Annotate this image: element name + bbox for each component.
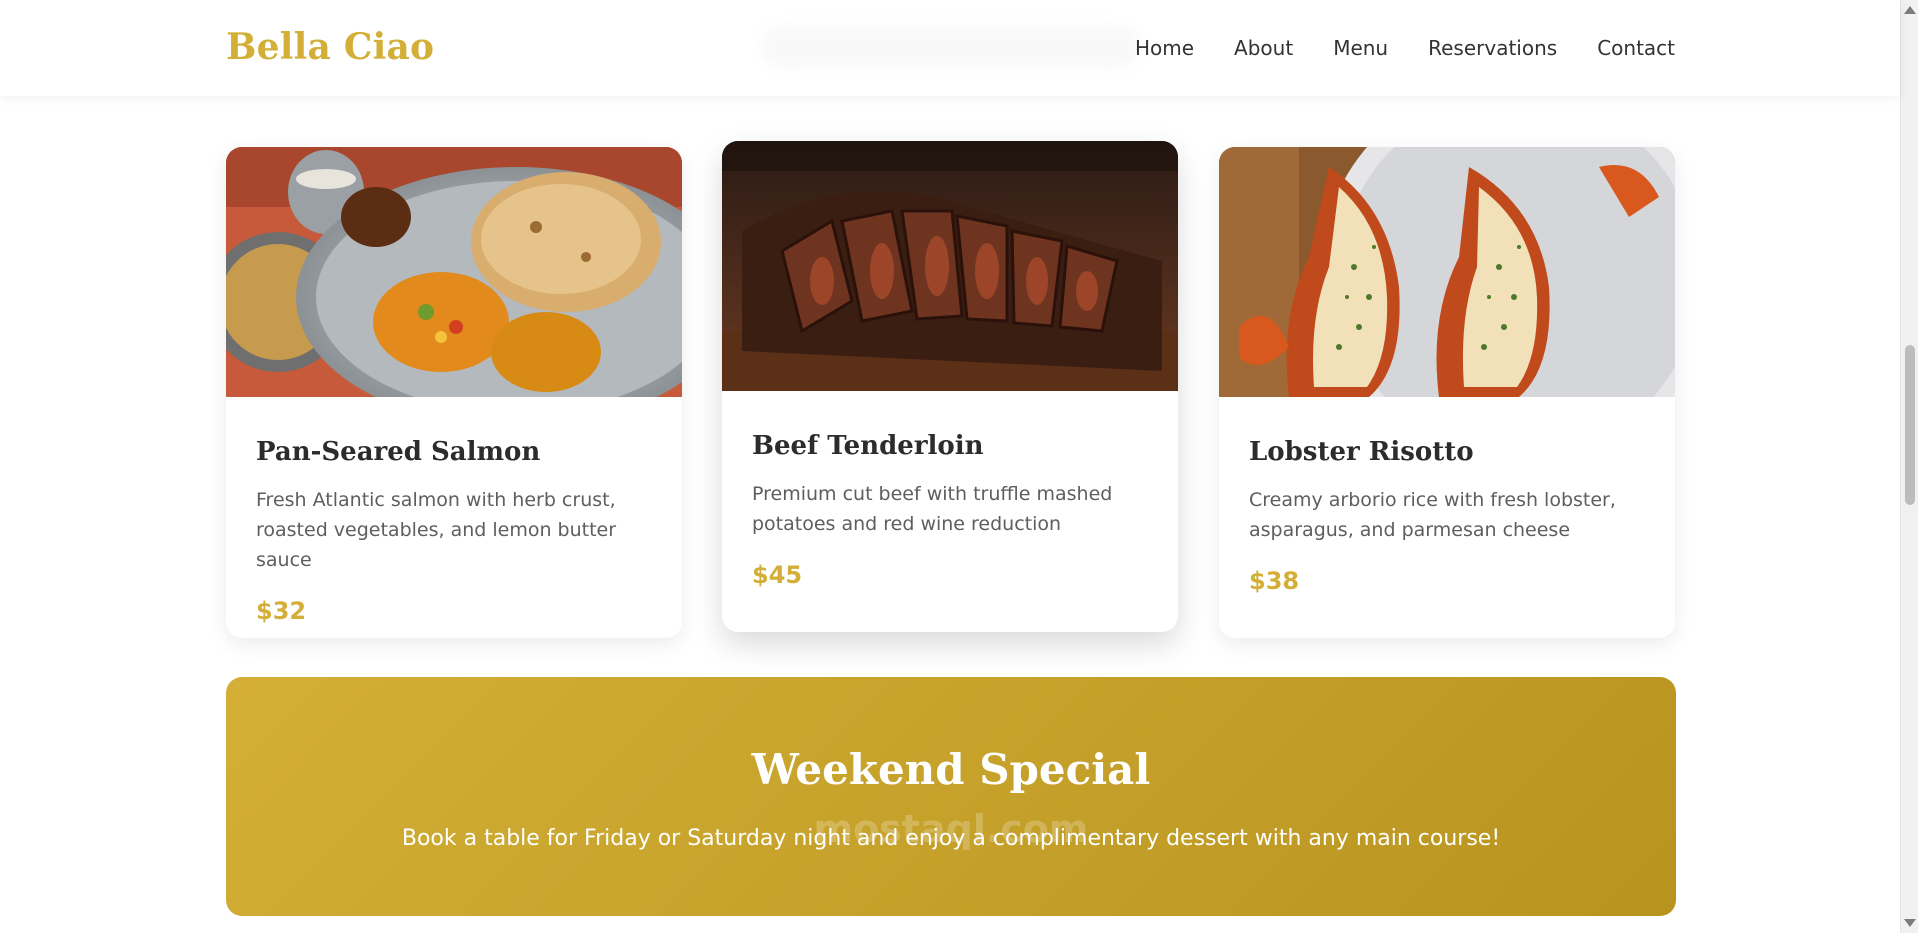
scroll-down-icon[interactable]	[1904, 919, 1916, 927]
banner-text: Book a table for Friday or Saturday nigh…	[401, 826, 1501, 851]
card-body: Beef Tenderloin Premium cut beef with tr…	[722, 391, 1178, 619]
banner-title: Weekend Special	[751, 745, 1151, 794]
brand-logo[interactable]: Bella Ciao	[226, 26, 434, 68]
card-description: Premium cut beef with truffle mashed pot…	[752, 483, 1113, 535]
card-description: Fresh Atlantic salmon with herb crust, r…	[256, 489, 617, 571]
card-title: Lobster Risotto	[1249, 437, 1474, 467]
thali-plate-photo	[226, 147, 682, 397]
card-description: Creamy arborio rice with fresh lobster, …	[1249, 489, 1616, 541]
card-title: Beef Tenderloin	[752, 431, 984, 461]
card-body: Pan-Seared Salmon Fresh Atlantic salmon …	[226, 397, 682, 638]
grilled-lobster-image	[1219, 147, 1675, 397]
nav-links: Home About Menu Reservations Contact	[1135, 36, 1675, 60]
card-price: $38	[1249, 567, 1300, 595]
nav-link-reservations[interactable]: Reservations	[1428, 36, 1557, 60]
menu-card-beef[interactable]: Beef Tenderloin Premium cut beef with tr…	[722, 141, 1178, 632]
menu-cards: Pan-Seared Salmon Fresh Atlantic salmon …	[226, 141, 1676, 638]
menu-card-salmon[interactable]: Pan-Seared Salmon Fresh Atlantic salmon …	[226, 147, 682, 638]
thali-plate-image	[226, 147, 682, 397]
scroll-up-icon[interactable]	[1904, 6, 1916, 14]
nav-link-about[interactable]: About	[1234, 36, 1293, 60]
card-price: $45	[752, 561, 803, 589]
weekend-special-banner: Weekend Special Book a table for Friday …	[226, 677, 1676, 916]
sliced-beef-image	[722, 141, 1178, 391]
card-title: Pan-Seared Salmon	[256, 437, 541, 467]
nav-link-contact[interactable]: Contact	[1597, 36, 1675, 60]
nav-link-menu[interactable]: Menu	[1333, 36, 1388, 60]
nav-link-home[interactable]: Home	[1135, 36, 1194, 60]
card-body: Lobster Risotto Creamy arborio rice with…	[1219, 397, 1675, 625]
sliced-beef-photo	[722, 141, 1178, 391]
vertical-scrollbar[interactable]	[1900, 0, 1918, 933]
scroll-thumb[interactable]	[1905, 345, 1915, 505]
grilled-lobster-photo	[1219, 147, 1675, 397]
navbar: Bella Ciao Home About Menu Reservations …	[0, 0, 1900, 96]
card-price: $32	[256, 597, 307, 625]
menu-card-lobster[interactable]: Lobster Risotto Creamy arborio rice with…	[1219, 147, 1675, 638]
blurred-nav-overlay	[760, 26, 1140, 68]
